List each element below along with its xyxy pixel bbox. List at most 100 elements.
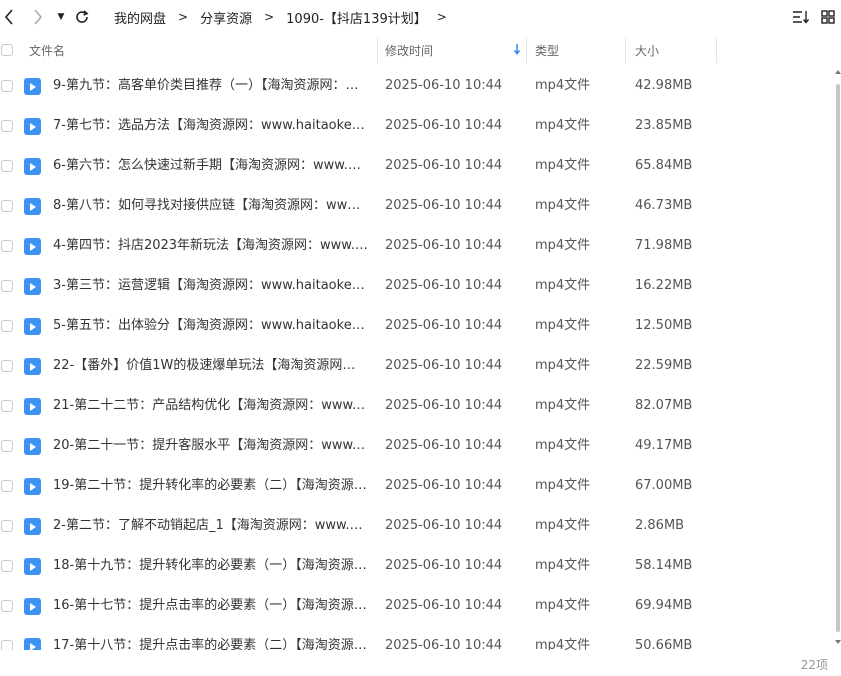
breadcrumb-item-shared[interactable]: 分享资源 xyxy=(200,8,252,27)
scroll-up-arrow-icon[interactable] xyxy=(835,70,841,74)
row-checkbox[interactable] xyxy=(1,400,13,412)
table-row[interactable]: 3-第三节：运营逻辑【海淘资源网：www.haitaoketang.com】 2… xyxy=(0,266,835,306)
file-size: 16.22MB xyxy=(635,278,693,293)
column-divider[interactable] xyxy=(526,38,527,63)
table-row[interactable]: 18-第十九节：提升转化率的必要素（一）【海淘资源网：www.haitaoket… xyxy=(0,546,835,586)
refresh-icon xyxy=(76,10,89,23)
file-type: mp4文件 xyxy=(535,638,591,650)
row-checkbox[interactable] xyxy=(1,240,13,252)
breadcrumb-separator[interactable]: > xyxy=(437,10,447,24)
video-file-icon xyxy=(24,398,41,415)
status-bar: 22项 xyxy=(0,650,841,676)
table-row[interactable]: 5-第五节：出体验分【海淘资源网：www.haitaoketang.com】 2… xyxy=(0,306,835,346)
breadcrumb-separator: > xyxy=(178,10,189,24)
sort-button[interactable] xyxy=(790,7,812,27)
row-checkbox[interactable] xyxy=(1,80,13,92)
row-checkbox[interactable] xyxy=(1,320,13,332)
file-list: 9-第九节：高客单价类目推荐（一）【海淘资源网：www.haitaoketang… xyxy=(0,66,835,650)
file-name[interactable]: 2-第二节：了解不动销起店_1【海淘资源网：www.haitaoketang.c… xyxy=(53,506,368,546)
file-name[interactable]: 8-第八节：如何寻找对接供应链【海淘资源网：www.haitaoketang.c… xyxy=(53,186,368,226)
file-modified: 2025-06-10 10:44 xyxy=(385,558,503,573)
video-file-icon xyxy=(24,238,41,255)
back-button[interactable] xyxy=(0,6,18,28)
file-modified: 2025-06-10 10:44 xyxy=(385,358,503,373)
scrollbar-thumb[interactable] xyxy=(836,84,840,632)
row-checkbox[interactable] xyxy=(1,160,13,172)
chevron-right-icon xyxy=(34,9,43,25)
chevron-left-icon xyxy=(4,9,13,25)
row-checkbox[interactable] xyxy=(1,560,13,572)
file-name[interactable]: 17-第十八节：提升点击率的必要素（二）【海淘资源网：www.haitaoket… xyxy=(53,626,368,650)
table-row[interactable]: 2-第二节：了解不动销起店_1【海淘资源网：www.haitaoketang.c… xyxy=(0,506,835,546)
file-type: mp4文件 xyxy=(535,478,591,493)
file-size: 69.94MB xyxy=(635,598,693,613)
forward-button[interactable] xyxy=(29,6,47,28)
table-row[interactable]: 8-第八节：如何寻找对接供应链【海淘资源网：www.haitaoketang.c… xyxy=(0,186,835,226)
table-row[interactable]: 6-第六节：怎么快速过新手期【海淘资源网：www.haitaoketang.co… xyxy=(0,146,835,186)
file-name[interactable]: 7-第七节：选品方法【海淘资源网：www.haitaoketang.com】 xyxy=(53,106,368,146)
file-modified: 2025-06-10 10:44 xyxy=(385,478,503,493)
grid-view-button[interactable] xyxy=(820,8,836,26)
file-type: mp4文件 xyxy=(535,358,591,373)
file-size: 46.73MB xyxy=(635,198,693,213)
column-header-type[interactable]: 类型 xyxy=(535,34,559,66)
row-checkbox[interactable] xyxy=(1,480,13,492)
video-file-icon xyxy=(24,518,41,535)
file-name[interactable]: 5-第五节：出体验分【海淘资源网：www.haitaoketang.com】 xyxy=(53,306,368,346)
video-file-icon xyxy=(24,558,41,575)
file-name[interactable]: 21-第二十二节：产品结构优化【海淘资源网：www.haitaoketang.c… xyxy=(53,386,368,426)
row-checkbox[interactable] xyxy=(1,120,13,132)
table-row[interactable]: 20-第二十一节：提升客服水平【海淘资源网：www.haitaoketang.c… xyxy=(0,426,835,466)
file-type: mp4文件 xyxy=(535,198,591,213)
file-name[interactable]: 4-第四节：抖店2023年新玩法【海淘资源网：www.haitaoketang.… xyxy=(53,226,368,266)
column-header-name[interactable]: 文件名 xyxy=(29,34,65,66)
file-size: 65.84MB xyxy=(635,158,693,173)
file-type: mp4文件 xyxy=(535,118,591,133)
vertical-scrollbar[interactable] xyxy=(835,66,841,650)
row-checkbox[interactable] xyxy=(1,280,13,292)
file-name[interactable]: 20-第二十一节：提升客服水平【海淘资源网：www.haitaoketang.c… xyxy=(53,426,368,466)
table-row[interactable]: 17-第十八节：提升点击率的必要素（二）【海淘资源网：www.haitaoket… xyxy=(0,626,835,650)
select-all-checkbox[interactable] xyxy=(1,44,13,56)
file-name[interactable]: 22-【番外】价值1W的极速爆单玩法【海淘资源网：www.haitaoketan… xyxy=(53,346,368,386)
refresh-button[interactable] xyxy=(72,6,92,28)
row-checkbox[interactable] xyxy=(1,360,13,372)
column-divider[interactable] xyxy=(625,38,626,63)
table-row[interactable]: 21-第二十二节：产品结构优化【海淘资源网：www.haitaoketang.c… xyxy=(0,386,835,426)
table-row[interactable]: 19-第二十节：提升转化率的必要素（二）【海淘资源网：www.haitaoket… xyxy=(0,466,835,506)
column-header-size[interactable]: 大小 xyxy=(635,34,659,66)
file-modified: 2025-06-10 10:44 xyxy=(385,278,503,293)
table-row[interactable]: 22-【番外】价值1W的极速爆单玩法【海淘资源网：www.haitaoketan… xyxy=(0,346,835,386)
row-checkbox[interactable] xyxy=(1,600,13,612)
table-row[interactable]: 4-第四节：抖店2023年新玩法【海淘资源网：www.haitaoketang.… xyxy=(0,226,835,266)
table-row[interactable]: 7-第七节：选品方法【海淘资源网：www.haitaoketang.com】 2… xyxy=(0,106,835,146)
row-checkbox[interactable] xyxy=(1,520,13,532)
file-name[interactable]: 6-第六节：怎么快速过新手期【海淘资源网：www.haitaoketang.co… xyxy=(53,146,368,186)
table-row[interactable]: 16-第十七节：提升点击率的必要素（一）【海淘资源网：www.haitaoket… xyxy=(0,586,835,626)
file-name[interactable]: 16-第十七节：提升点击率的必要素（一）【海淘资源网：www.haitaoket… xyxy=(53,586,368,626)
column-divider[interactable] xyxy=(716,38,717,63)
file-modified: 2025-06-10 10:44 xyxy=(385,638,503,650)
column-divider[interactable] xyxy=(377,38,378,63)
file-modified: 2025-06-10 10:44 xyxy=(385,158,503,173)
video-file-icon xyxy=(24,278,41,295)
file-name[interactable]: 9-第九节：高客单价类目推荐（一）【海淘资源网：www.haitaoketang… xyxy=(53,66,368,106)
file-name[interactable]: 3-第三节：运营逻辑【海淘资源网：www.haitaoketang.com】 xyxy=(53,266,368,306)
breadcrumb-item-current-folder[interactable]: 1090-【抖店139计划】 xyxy=(286,8,427,27)
breadcrumb-item-my-drive[interactable]: 我的网盘 xyxy=(114,8,166,27)
history-dropdown-button[interactable]: ▼ xyxy=(55,9,67,25)
breadcrumb: 我的网盘 > 分享资源 > 1090-【抖店139计划】 > xyxy=(114,0,459,34)
row-checkbox[interactable] xyxy=(1,640,13,650)
file-modified: 2025-06-10 10:44 xyxy=(385,318,503,333)
file-type: mp4文件 xyxy=(535,158,591,173)
row-checkbox[interactable] xyxy=(1,440,13,452)
file-size: 82.07MB xyxy=(635,398,693,413)
table-row[interactable]: 9-第九节：高客单价类目推荐（一）【海淘资源网：www.haitaoketang… xyxy=(0,66,835,106)
row-checkbox[interactable] xyxy=(1,200,13,212)
file-name[interactable]: 19-第二十节：提升转化率的必要素（二）【海淘资源网：www.haitaoket… xyxy=(53,466,368,506)
sort-descending-arrow-icon[interactable] xyxy=(512,43,522,57)
column-header-modified[interactable]: 修改时间 xyxy=(385,34,433,66)
file-name[interactable]: 18-第十九节：提升转化率的必要素（一）【海淘资源网：www.haitaoket… xyxy=(53,546,368,586)
scroll-down-arrow-icon[interactable] xyxy=(835,640,841,644)
file-type: mp4文件 xyxy=(535,238,591,253)
